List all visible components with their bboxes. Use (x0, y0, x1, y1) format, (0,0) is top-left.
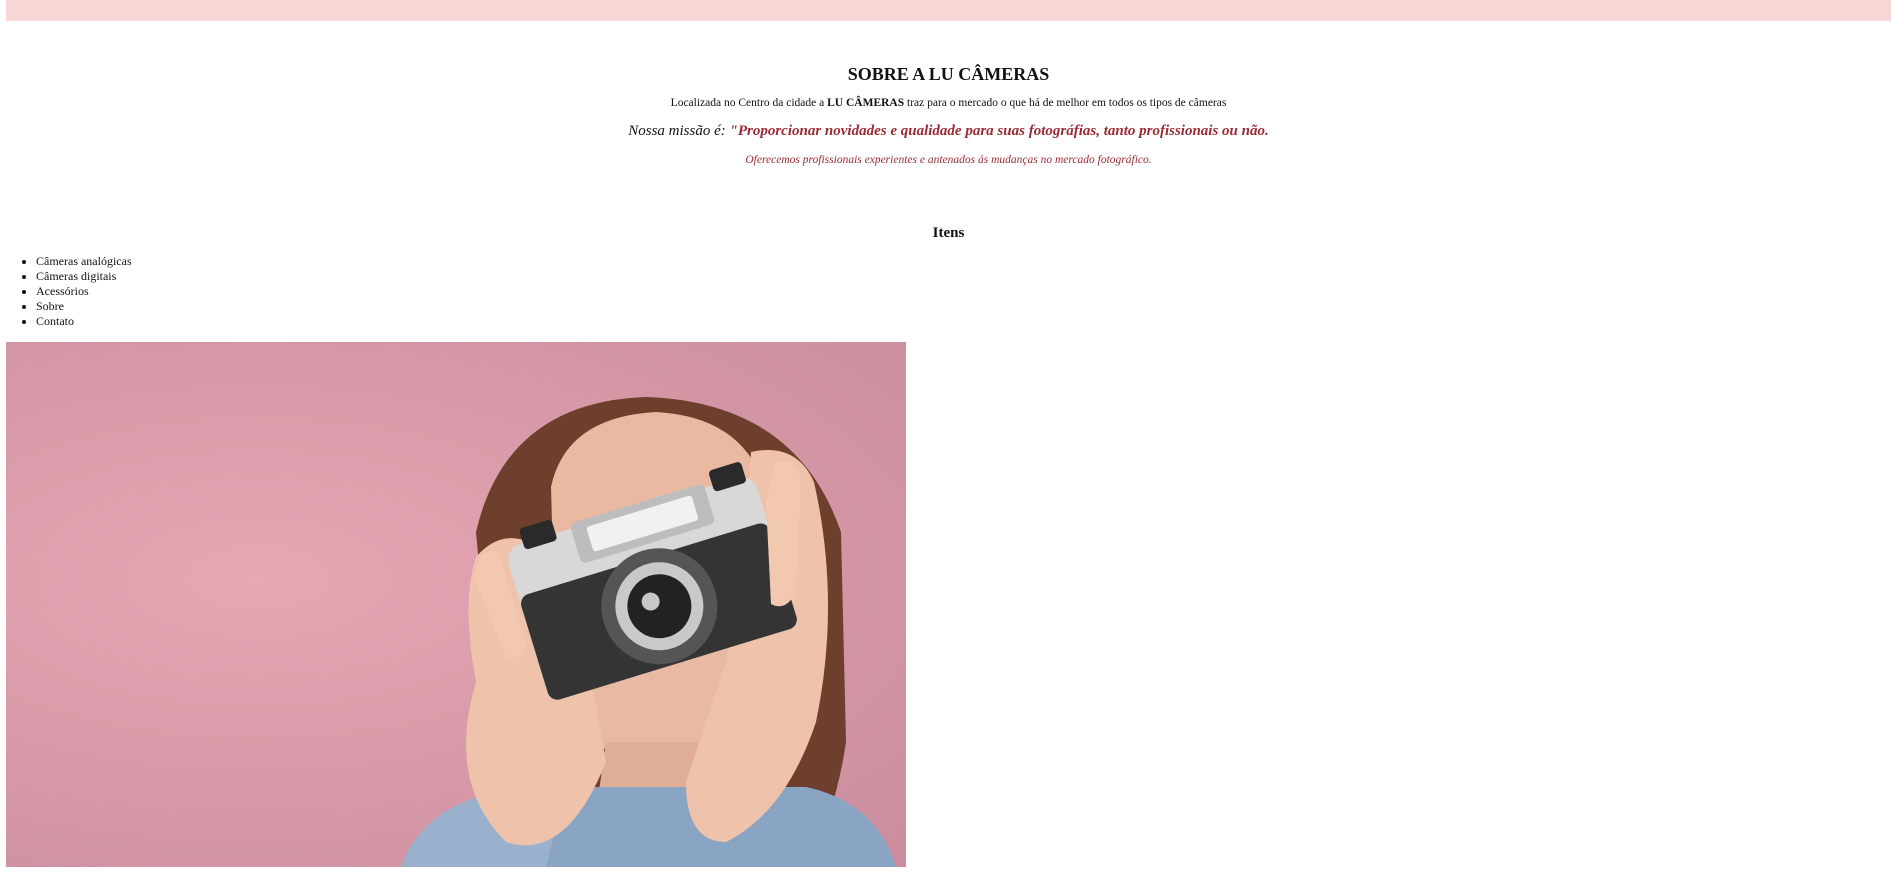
list-item-acessorios[interactable]: Acessórios (36, 284, 132, 299)
mission-statement: Nossa missão é: "Proporcionar novidades … (6, 121, 1891, 141)
woman-with-camera-illustration (401, 397, 896, 867)
about-section: SOBRE A LU CÂMERAS Localizada no Centro … (6, 60, 1891, 167)
mission-label: Nossa missão é: (628, 123, 730, 139)
list-item-contato[interactable]: Contato (36, 314, 132, 329)
about-title: SOBRE A LU CÂMERAS (847, 64, 1050, 84)
top-banner-bar (6, 0, 1891, 21)
items-list: Câmeras analógicas Câmeras digitais Aces… (6, 254, 132, 329)
items-title: Itens (932, 225, 965, 241)
mission-quote: "Proporcionar novidades e qualidade para… (729, 123, 1269, 139)
right-fingers (766, 461, 801, 607)
offer-text: Oferecemos profissionais experientes e a… (745, 154, 1152, 166)
intro-text-end: traz para o mercado o que há de melhor e… (904, 97, 1227, 109)
hero-photo (6, 342, 906, 867)
about-intro: Localizada no Centro da cidade a LU CÂME… (6, 96, 1891, 110)
list-item-cameras-analogicas[interactable]: Câmeras analógicas (36, 254, 132, 269)
list-item-cameras-digitais[interactable]: Câmeras digitais (36, 269, 132, 284)
intro-text-start: Localizada no Centro da cidade a (670, 97, 828, 109)
brand-name: LU CÂMERAS (827, 97, 905, 109)
list-item-sobre[interactable]: Sobre (36, 299, 132, 314)
